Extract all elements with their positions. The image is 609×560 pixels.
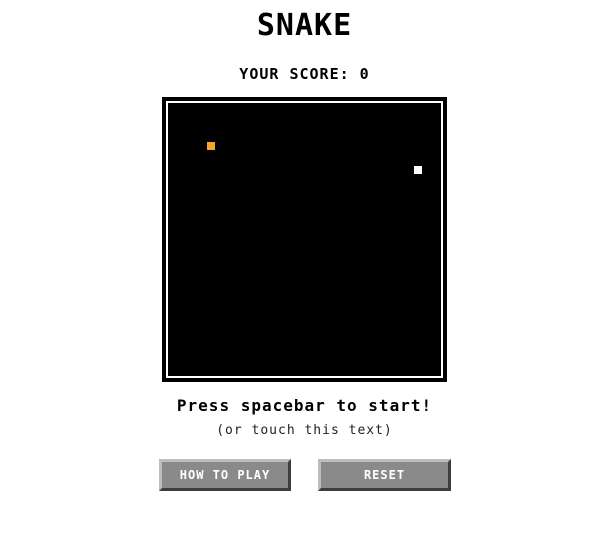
game-title: SNAKE xyxy=(256,8,353,43)
game-board-area[interactable] xyxy=(166,101,443,378)
food-pellet xyxy=(207,142,215,150)
touch-start-prompt[interactable]: (or touch this text) xyxy=(0,422,609,440)
reset-button[interactable]: RESET xyxy=(318,459,451,491)
how-to-play-button[interactable]: HOW TO PLAY xyxy=(159,459,291,491)
score-display: YOUR SCORE: 0 xyxy=(239,65,370,83)
start-prompt[interactable]: Press spacebar to start! xyxy=(0,395,609,417)
game-board[interactable] xyxy=(162,97,447,382)
snake-head xyxy=(414,166,422,174)
